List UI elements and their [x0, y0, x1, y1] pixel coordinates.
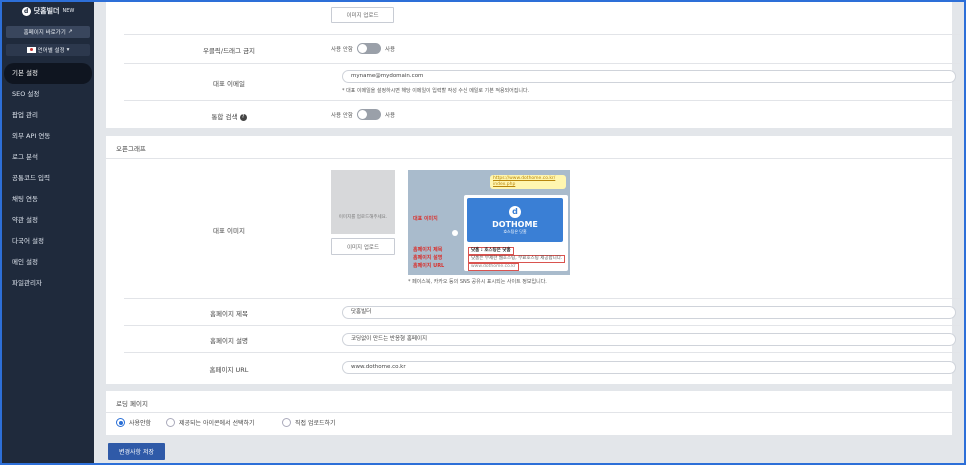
main-content: 이미지 업로드 우클릭/드래그 금지 사용 안함 사용 대표 이메일 mynam…: [94, 2, 964, 463]
og-url-label: 홈페이지 URL: [209, 366, 249, 374]
dothome-mark-icon: d: [509, 205, 521, 218]
sidebar-item-chat[interactable]: 채팅 연동: [2, 189, 94, 210]
og-title-label: 홈페이지 제목: [210, 310, 248, 318]
radio-unchecked-icon[interactable]: [282, 418, 291, 427]
og-desc-input[interactable]: 코딩없이 만드는 반응형 홈페이지: [342, 333, 956, 346]
sidebar-item-file-manager[interactable]: 파일관리자: [2, 273, 94, 294]
sidebar-item-popup[interactable]: 팝업 관리: [2, 105, 94, 126]
preview-logo-sub: 호스팅은 닷홈: [503, 228, 527, 234]
callout-image: 대표 이미지: [413, 216, 438, 222]
preview-url-bubble: https://www.dothome.co.kr/ index.php: [490, 175, 566, 189]
top-image-upload-button[interactable]: 이미지 업로드: [331, 7, 394, 23]
og-image-placeholder: 이미지를 업로드해주세요.: [331, 170, 395, 234]
callout-desc: 홈페이지 설명: [413, 255, 443, 261]
divider: [106, 412, 952, 413]
sidebar-item-seo[interactable]: SEO 설정: [2, 84, 94, 105]
search-toggle[interactable]: [357, 109, 381, 120]
og-desc-label: 홈페이지 설명: [210, 337, 248, 345]
rightclick-row: 우클릭/드래그 금지 사용 안함 사용: [124, 35, 960, 64]
loading-page-title: 로딩 페이지: [116, 400, 148, 408]
rightclick-toggle-group: 사용 안함 사용: [331, 43, 395, 54]
search-toggle-group: 사용 안함 사용: [331, 109, 395, 120]
language-select-label: 언어별 설정: [37, 48, 65, 54]
email-label: 대표 이메일: [213, 80, 245, 88]
caret-down-icon: ▾: [66, 47, 70, 53]
new-badge: NEW: [62, 8, 75, 14]
sidebar-menu: 기본 설정 SEO 설정 팝업 관리 외부 API 연동 로그 분석 공통코드 …: [2, 63, 94, 294]
loading-page-card: 로딩 페이지 사용안함 제공되는 아이콘에서 선택하기 직접 업로드하기: [106, 391, 952, 435]
radio-checked-icon[interactable]: [116, 418, 125, 427]
preview-card-desc: 닷홈은 무제한 웹호스팅, 무료호스팅 제공합니다.: [468, 255, 566, 263]
og-title-row: 홈페이지 제목 닷홈빌더: [124, 299, 960, 326]
rightclick-label: 우클릭/드래그 금지: [202, 47, 256, 55]
preview-logo: d DOTHOME 호스팅은 닷홈: [467, 198, 563, 242]
callout-title: 홈페이지 제목: [413, 247, 443, 253]
callout-url: 홈페이지 URL: [413, 263, 445, 269]
rightclick-on-label: 사용: [385, 46, 396, 53]
homepage-link-label: 홈페이지 바로가기: [23, 30, 66, 36]
og-preview-image: https://www.dothome.co.kr/ index.php d D…: [408, 170, 570, 275]
sidebar-item-multilang[interactable]: 다국어 설정: [2, 231, 94, 252]
search-row: 통합 검색 ? 사용 안함 사용: [124, 101, 960, 128]
search-label: 통합 검색: [211, 113, 238, 121]
preview-logo-name: DOTHOME: [492, 219, 538, 229]
opengraph-card: 오픈그래프 대표 이미지 이미지를 업로드해주세요. 이미지 업로드 https…: [106, 136, 960, 384]
sidebar: d 닷홈빌더 NEW 홈페이지 바로가기 ↗ 언어별 설정 ▾ 기본 설정 SE…: [2, 2, 94, 463]
email-row: 대표 이메일 myname@mydomain.com * 대표 이메일을 설정하…: [124, 64, 960, 101]
brand-name: 닷홈빌더: [33, 7, 60, 15]
preview-dot: [452, 230, 458, 236]
loading-option-none[interactable]: 사용안함: [116, 418, 151, 427]
sidebar-item-basic-settings[interactable]: 기본 설정: [4, 63, 92, 84]
sidebar-item-common-code[interactable]: 공통코드 입력: [2, 168, 94, 189]
preview-share-card: d DOTHOME 호스팅은 닷홈 닷홈 : 호스팅은 닷홈 닷홈은 무제한 웹…: [464, 195, 568, 271]
homepage-link-button[interactable]: 홈페이지 바로가기 ↗: [6, 26, 90, 38]
loading-option-icon[interactable]: 제공되는 아이콘에서 선택하기: [166, 418, 255, 427]
radio-unchecked-icon[interactable]: [166, 418, 175, 427]
og-image-label: 대표 이미지: [213, 227, 245, 235]
email-input[interactable]: myname@mydomain.com: [342, 70, 956, 83]
korea-flag-icon: [26, 47, 36, 53]
search-on-label: 사용: [385, 112, 396, 119]
preview-card-title: 닷홈 : 호스팅은 닷홈: [468, 247, 514, 255]
loading-option-icon-label: 제공되는 아이콘에서 선택하기: [179, 420, 255, 427]
rightclick-toggle[interactable]: [357, 43, 381, 54]
og-title-input[interactable]: 닷홈빌더: [342, 306, 956, 319]
loading-option-upload[interactable]: 직접 업로드하기: [282, 418, 336, 427]
help-icon[interactable]: ?: [239, 113, 247, 121]
og-desc-row: 홈페이지 설명 코딩없이 만드는 반응형 홈페이지: [124, 326, 960, 353]
save-changes-button[interactable]: 변경사항 저장: [108, 443, 165, 460]
preview-card-url: www.dothome.co.kr: [468, 263, 519, 271]
og-image-upload-button[interactable]: 이미지 업로드: [331, 238, 395, 255]
favicon-row: 이미지 업로드: [124, 2, 960, 35]
sidebar-item-external-api[interactable]: 외부 API 연동: [2, 126, 94, 147]
language-select-button[interactable]: 언어별 설정 ▾: [6, 44, 90, 56]
search-off-label: 사용 안함: [331, 112, 353, 119]
loading-option-none-label: 사용안함: [129, 420, 152, 427]
rightclick-off-label: 사용 안함: [331, 46, 353, 53]
og-image-row: 대표 이미지 이미지를 업로드해주세요. 이미지 업로드 https://www…: [124, 158, 960, 299]
sidebar-item-main[interactable]: 메인 설정: [2, 252, 94, 273]
sidebar-item-terms[interactable]: 약관 설정: [2, 210, 94, 231]
og-note: * 페이스북, 카카오 등의 SNS 공유시 표시되는 사이트 정보입니다.: [408, 279, 547, 285]
opengraph-title: 오픈그래프: [116, 145, 146, 153]
loading-option-upload-label: 직접 업로드하기: [295, 420, 336, 427]
external-link-icon: ↗: [67, 29, 73, 35]
email-note: * 대표 이메일을 설정하시면 해당 이메일이 입력할 작성 수신 메일로 기본…: [342, 88, 530, 94]
sidebar-item-log-analysis[interactable]: 로그 분석: [2, 147, 94, 168]
brand[interactable]: d 닷홈빌더 NEW: [2, 2, 94, 20]
og-url-input[interactable]: www.dothome.co.kr: [342, 361, 956, 374]
og-url-row: 홈페이지 URL www.dothome.co.kr: [124, 353, 960, 383]
dothome-logo-icon: d: [21, 6, 31, 16]
basic-settings-card: 이미지 업로드 우클릭/드래그 금지 사용 안함 사용 대표 이메일 mynam…: [106, 2, 960, 128]
search-label-wrap: 통합 검색 ?: [124, 111, 334, 121]
